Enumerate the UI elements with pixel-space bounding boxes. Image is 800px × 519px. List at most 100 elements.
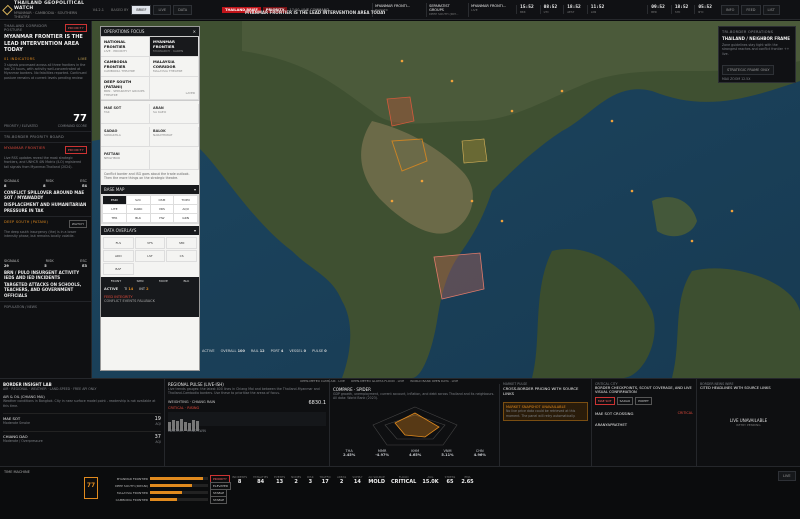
border-news-wire: BORDER NEWS WIRE CITED HEADLINES WITH SO… [697,379,800,466]
zone-cambodia[interactable] [461,138,488,164]
kv-label: ESC [80,258,87,263]
topbar-card[interactable]: SEPARATIST GROUPS DEEP SOUTH (PAT... [426,2,464,17]
mode-data-button[interactable]: DATA [173,4,193,15]
data-tab[interactable]: WORLD BANK OPEN DATA · LIVE [410,379,458,383]
tm-stat-value: 2 [339,479,344,485]
feed-button[interactable]: FEED [741,4,761,15]
aqi-sub: Moderate / Overpressure [3,438,43,443]
strategic-frame-button[interactable]: STRATEGIC FRAME ONLY [722,65,775,76]
data-tab[interactable]: OPEN-METEO CAMS AIR · LIVE [300,379,345,383]
overlay-option[interactable]: ADD [103,249,134,262]
country-value: -4.97% [375,452,389,457]
city-card[interactable]: MAE SOT CROSSING CRITICAL [595,411,693,416]
overlay-option[interactable]: VFS [134,236,166,249]
basemap-option[interactable]: TOPO [174,195,197,204]
overlay-option[interactable]: SMI [166,236,197,249]
kv-label: SIGNALS [4,258,20,263]
zone-card[interactable]: CAMBODIA FRONTIER CAMBODIA THEATRE [101,57,150,77]
place-item[interactable]: MAE SOT TAK [101,104,150,124]
zone-maesot[interactable] [386,96,415,127]
tm-stat: AQ SOURCE MOLD [368,475,385,485]
board-title: TRI-BORDER PRIORITY BOARD [4,134,64,139]
live-button[interactable]: LIVE [778,471,796,481]
topbar-section-label: BASED BY [111,7,129,12]
clock-label: UTC [543,10,550,14]
zone-card[interactable]: NATIONAL FRONTIER LIVE · PRIORITY [101,37,150,57]
zone-card[interactable]: DEEP SOUTH (PATANI) BRN · SEPARATIST GROU… [101,77,150,100]
control-spin-button[interactable]: SPIN [137,279,144,283]
city-name-2: ARANYAPRATHET [595,422,628,428]
basemap-option[interactable]: DARK [126,204,150,213]
tm-stat-value: 13 [276,479,284,485]
basemap-option[interactable]: OSM [150,195,174,204]
place-item[interactable]: PATTANI NEIGHBOR [101,150,150,170]
board-card-myanmar[interactable]: MYANMAR FRONTIER PRIORITY Live RSS update… [0,143,91,217]
mode-brief-button[interactable]: BRIEF [131,4,152,15]
basemap-option[interactable]: BLK [126,213,150,222]
card-title: SEPARATIST GROUPS [429,3,450,12]
basemap-option[interactable]: ESRI [103,195,126,204]
control-front-button[interactable]: FRONT [111,279,121,283]
close-icon[interactable]: ✕ [193,29,196,34]
data-tab[interactable]: OPEN-METEO GLOFAS FLOOD · LIVE [351,379,404,383]
basemap-option[interactable]: TER [103,213,126,222]
zone-card[interactable]: MALAYSIA CORRIDOR MALAYSIA THEATRE [150,57,199,77]
kv-label: RISK [45,178,54,183]
basemap-option[interactable]: VRS [150,204,174,213]
b5-sub: BORDER CHECKPOINTS, SCOUT COVERAGE, AND … [595,386,692,395]
aqi-unit: AQI [155,422,161,427]
clock: 11:52 LON [586,5,608,14]
zone-card[interactable]: MYANMAR FRONTIER MYAWADDY · KAREN [150,37,199,57]
basemap-option[interactable]: S2C [126,195,150,204]
basemap-option[interactable]: HW [150,213,174,222]
legend-stat-label: OVERALL [220,349,237,353]
basemap-option[interactable]: GRN [174,213,197,222]
legend-stat-value: 0 [303,349,307,353]
city-tab[interactable]: MAE SOT [595,397,615,406]
control-move-button[interactable]: MOVE [159,279,168,283]
aqi-row[interactable]: CHIANG DAO Moderate / Overpressure 37 AQI [3,430,161,444]
card-title: MYANMAR FRONTI... [471,3,507,8]
basemap-option[interactable]: AQU [174,204,197,213]
spider-col: MMR -4.97% [375,449,389,457]
zone-sub: CAMBODIA THEATRE [104,69,135,73]
aqi-row[interactable]: MAE SOT Moderate Smoke 19 AQI [3,413,161,426]
clock-ticker-2: 09:52 BER 18:52 SYD 05:52 NYC [647,5,715,14]
spider-col: VNM 5.11% [441,449,453,457]
overlay-option[interactable]: BAF [103,262,134,275]
left-footer-note: POPULATION / NEWS [4,304,37,309]
mode-live-button[interactable]: LIVE [153,4,172,15]
tm-stat: NODES 2 [291,475,301,485]
info-button[interactable]: INFO [720,4,740,15]
place-item[interactable]: SADAO SONGKHLA [101,127,150,147]
clock-label: AEST [567,10,575,14]
board-card-deep-south[interactable]: DEEP SOUTH (PATANI) WATCH The deep south … [0,217,91,302]
overlay-option[interactable]: LST [134,249,166,262]
spider-col: THA 2.45% [343,449,355,457]
overlay-option[interactable]: CS [166,249,197,262]
control-blk-button[interactable]: BLK [183,279,189,283]
tm-bar-row[interactable]: CAMBODIA FRONTIER STABLE [104,495,231,504]
city-tab[interactable]: SADAO [616,397,634,406]
place-item[interactable]: ARAN SA KAEO [150,104,199,124]
tm-bar-fill [150,477,204,480]
place-item[interactable]: BALOK NARATHIWAT [150,127,199,147]
legend-stat-label: VESSEL [289,349,303,353]
command-score-label: COMMAND SCORE [57,123,87,128]
overlay-option[interactable]: FLS [103,236,134,249]
border-insight-lab: BORDER INSIGHT LAB AIR · REGIONAL · WEAT… [0,379,165,466]
topbar-card[interactable]: MYANMAR FRONTI... LIVE [468,2,510,17]
news-note: RETRY PENDING [736,423,761,428]
tm-stat-value: CRITICAL [390,479,417,485]
basemap-option[interactable]: LITE [103,204,126,213]
tm-stat: SUPPLY 14 [352,475,362,485]
active-stat-value: 2 [146,286,149,291]
chevron-down-icon[interactable]: ▾ [194,187,196,192]
list-button[interactable]: LIST [762,4,780,15]
board-name: MYANMAR FRONTIER [4,145,46,150]
feed-note: CONFLICT EVENTS FALLBACK [104,298,155,303]
city-tab[interactable]: POIPET [635,397,652,406]
chevron-down-icon[interactable]: ▾ [194,228,196,233]
brief-headline: MYANMAR FRONTIER IS THE LEAD INTERVENTIO… [4,34,83,53]
aqi-value: 37 [154,433,161,440]
